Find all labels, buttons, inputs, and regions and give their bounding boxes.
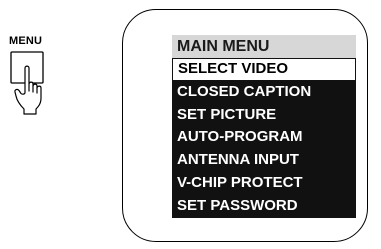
menu-item-auto-program[interactable]: AUTO-PROGRAM <box>172 126 356 149</box>
menu-button[interactable] <box>0 48 50 118</box>
menu-item-select-video[interactable]: SELECT VIDEO <box>172 58 356 81</box>
tv-screen: MAIN MENU SELECT VIDEO CLOSED CAPTION SE… <box>122 9 368 242</box>
menu-item-closed-caption[interactable]: CLOSED CAPTION <box>172 81 356 104</box>
menu-item-set-picture[interactable]: SET PICTURE <box>172 104 356 127</box>
menu-item-antenna-input[interactable]: ANTENNA INPUT <box>172 149 356 172</box>
main-menu-title: MAIN MENU <box>172 35 356 58</box>
main-menu-panel: MAIN MENU SELECT VIDEO CLOSED CAPTION SE… <box>172 35 356 218</box>
remote-control-area: MENU <box>0 0 100 249</box>
menu-item-v-chip-protect[interactable]: V-CHIP PROTECT <box>172 172 356 195</box>
menu-button-label: MENU <box>9 35 43 47</box>
menu-item-set-password[interactable]: SET PASSWORD <box>172 195 356 218</box>
